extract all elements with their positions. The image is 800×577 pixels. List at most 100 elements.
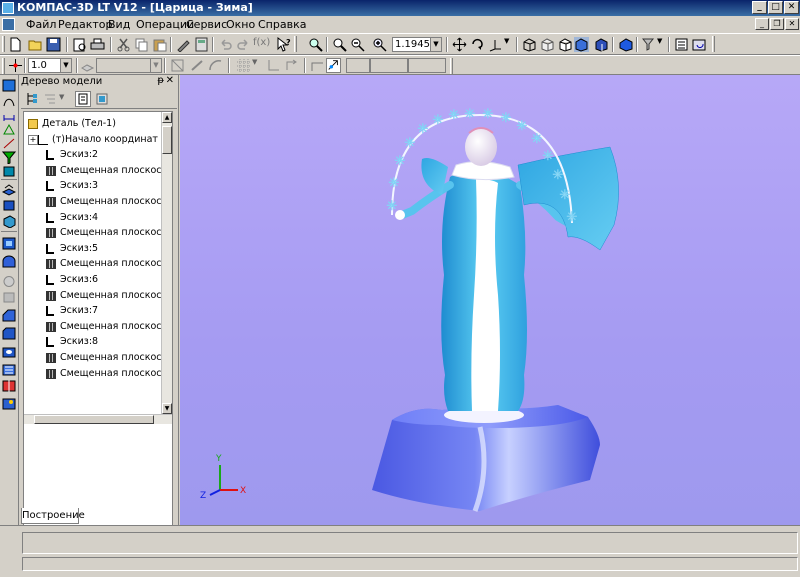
hscroll-thumb[interactable] — [34, 415, 154, 424]
tree-item[interactable]: Смещенная плоскость:9 — [24, 366, 162, 381]
redo-icon[interactable] — [236, 37, 251, 52]
chamfer-icon[interactable] — [2, 327, 16, 340]
print-preview-icon[interactable] — [72, 37, 87, 52]
thread-icon[interactable] — [2, 363, 16, 376]
model-viewport[interactable]: ✳ ✳ ✳ ✳ ✳ ✳ ✳ ✳ ✳ ✳ ✳ ✳ ✳ ✳ ✳ ✳ Y X Z — [180, 75, 800, 525]
tree-item[interactable]: Смещенная плоскость:4 — [24, 225, 162, 240]
menu-view[interactable]: Вид — [108, 18, 130, 31]
tree-item[interactable]: Эскиз:6 — [24, 272, 162, 287]
snap-line-icon[interactable] — [190, 58, 205, 73]
snap-active-icon[interactable] — [326, 58, 341, 73]
rib-icon[interactable] — [2, 291, 16, 304]
close-button[interactable]: ✕ — [784, 1, 799, 14]
menu-window[interactable]: Окно — [226, 18, 255, 31]
scroll-down-icon[interactable]: ▼ — [162, 403, 172, 414]
array-icon[interactable] — [2, 397, 16, 410]
minimize-button[interactable]: _ — [752, 1, 767, 14]
hidden-lines-icon[interactable] — [540, 37, 555, 52]
doc-restore-button[interactable]: ❐ — [770, 18, 784, 30]
step-combo[interactable]: 1.0 ▼ — [28, 58, 72, 73]
tree-item[interactable]: Эскиз:8 — [24, 334, 162, 349]
calculator-icon[interactable] — [194, 37, 209, 52]
mirror-icon[interactable] — [2, 379, 16, 392]
save-icon[interactable] — [46, 37, 61, 52]
coord-y-field[interactable] — [370, 58, 408, 73]
orientation-icon[interactable] — [488, 37, 503, 52]
menu-help[interactable]: Справка — [258, 18, 306, 31]
chevron-down-icon[interactable]: ▼ — [430, 38, 441, 51]
layer-icon[interactable] — [80, 58, 95, 73]
tree-view-icon[interactable] — [95, 92, 109, 106]
menu-service[interactable]: Сервис — [186, 18, 227, 31]
zoom-in-icon[interactable] — [332, 37, 347, 52]
cut-icon[interactable] — [116, 37, 131, 52]
expand-icon[interactable]: + — [28, 134, 38, 145]
rotate-op-icon[interactable] — [2, 199, 16, 212]
toolbar-grip[interactable] — [2, 58, 5, 74]
sort-dropdown-icon[interactable]: ▼ — [59, 93, 64, 101]
perspective-icon[interactable] — [618, 37, 633, 52]
chevron-down-icon[interactable]: ▼ — [150, 59, 161, 72]
open-folder-icon[interactable] — [28, 37, 43, 52]
tree-item[interactable]: Смещенная плоскость:3 — [24, 194, 162, 209]
tree-structure-icon[interactable] — [25, 92, 39, 106]
loft-icon[interactable] — [2, 237, 16, 250]
scroll-thumb[interactable] — [162, 126, 172, 154]
current-point-icon[interactable] — [8, 58, 23, 73]
tree-item[interactable]: Деталь (Тел-1) — [24, 116, 162, 131]
measure-icon[interactable] — [2, 137, 16, 150]
tree-item[interactable]: Эскиз:7 — [24, 303, 162, 318]
shaded-edges-icon[interactable] — [594, 37, 609, 52]
maximize-button[interactable]: □ — [768, 1, 783, 14]
manager-icon[interactable] — [674, 37, 689, 52]
toolbar-grip[interactable] — [712, 36, 715, 52]
copy-icon[interactable] — [134, 37, 149, 52]
tree-sort-icon[interactable] — [43, 92, 57, 106]
tree-item[interactable]: Эскиз:5 — [24, 241, 162, 256]
properties-icon[interactable] — [176, 37, 191, 52]
tab-construction[interactable]: Построение — [21, 508, 85, 524]
kinematic-icon[interactable] — [2, 215, 16, 228]
coord-z-field[interactable] — [408, 58, 446, 73]
dimension-icon[interactable] — [2, 109, 16, 122]
shaded-icon[interactable] — [574, 37, 589, 52]
doc-close-button[interactable]: ✕ — [785, 18, 799, 30]
print-icon[interactable] — [90, 37, 105, 52]
zoom-combo[interactable]: 1.1945 ▼ — [392, 37, 442, 52]
tree-item[interactable]: Смещенная плоскость:7 — [24, 319, 162, 334]
extrude-icon[interactable] — [2, 183, 16, 196]
frame-icon[interactable] — [170, 58, 185, 73]
toolbar-grip[interactable] — [450, 58, 453, 74]
hole-icon[interactable] — [2, 345, 16, 358]
pan-icon[interactable] — [452, 37, 467, 52]
rotate-icon[interactable] — [470, 37, 485, 52]
snap-ortho-icon[interactable] — [310, 58, 325, 73]
spline-icon[interactable] — [2, 95, 16, 108]
tree-item[interactable]: Смещенная плоскость:2 — [24, 163, 162, 178]
tree-horizontal-scrollbar[interactable] — [24, 414, 172, 424]
shell-icon[interactable] — [2, 255, 16, 268]
function-icon[interactable]: f(x) — [253, 37, 273, 52]
tree-item[interactable]: Эскиз:3 — [24, 178, 162, 193]
pin-icon[interactable]: ᵽ — [157, 75, 164, 86]
tree-item[interactable]: + (т)Начало координат — [24, 132, 162, 147]
tree-page-icon[interactable] — [75, 91, 91, 107]
edit-details-icon[interactable] — [2, 79, 16, 92]
tree-item[interactable]: Смещенная плоскость:5 — [24, 256, 162, 271]
chevron-down-icon[interactable]: ▼ — [60, 59, 71, 72]
new-document-icon[interactable] — [8, 37, 23, 52]
ortho-icon[interactable] — [284, 58, 299, 73]
menu-editor[interactable]: Редактор — [58, 18, 113, 31]
snap-arc-icon[interactable] — [208, 58, 223, 73]
coord-x-field[interactable] — [346, 58, 370, 73]
local-coordinates-icon[interactable] — [266, 58, 281, 73]
toolbar-grip[interactable] — [2, 36, 5, 52]
tree-filter-icon[interactable] — [642, 37, 657, 52]
close-icon[interactable]: ✕ — [166, 75, 174, 86]
section-icon[interactable] — [2, 275, 16, 288]
wireframe-icon[interactable] — [522, 37, 537, 52]
zoom-out-icon[interactable] — [350, 37, 365, 52]
fillet-icon[interactable] — [2, 309, 16, 322]
doc-minimize-button[interactable]: _ — [755, 18, 769, 30]
scroll-up-icon[interactable]: ▲ — [162, 112, 172, 123]
